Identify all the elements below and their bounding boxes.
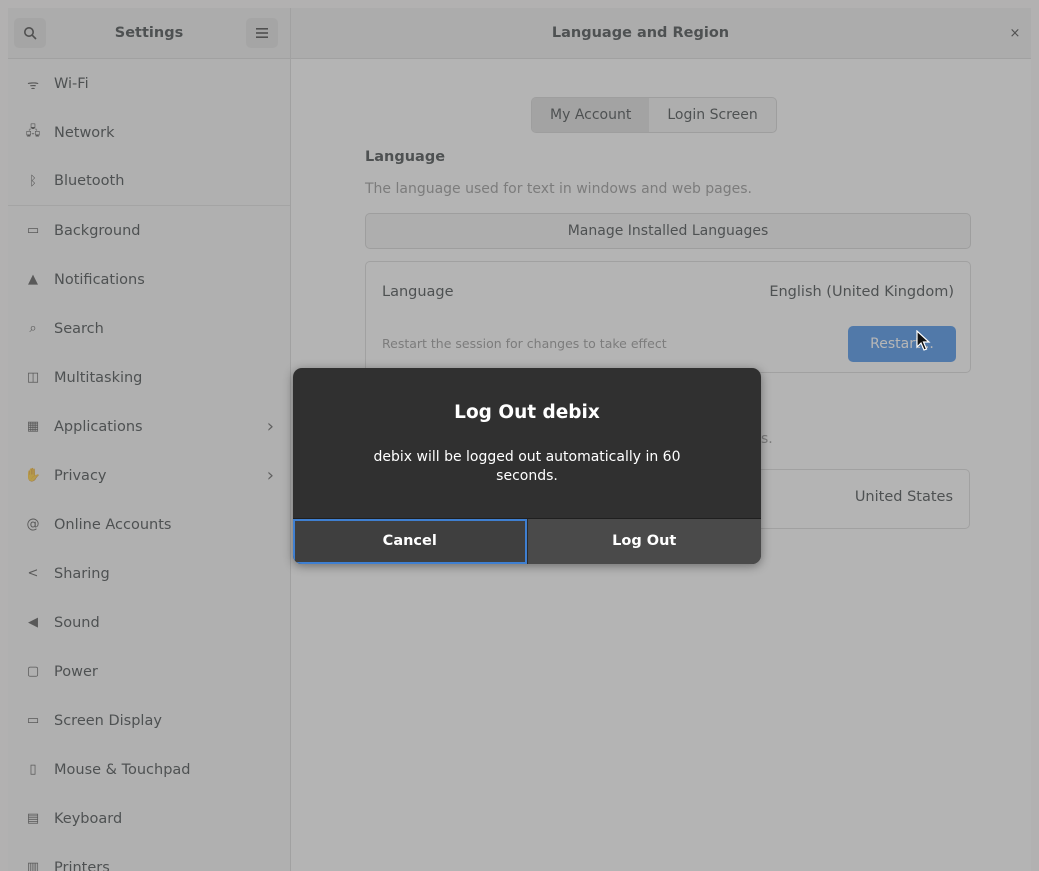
- dialog-title: Log Out debix: [454, 402, 600, 423]
- mouse-cursor-icon: [916, 330, 931, 351]
- dialog-message: debix will be logged out automatically i…: [373, 449, 681, 484]
- cancel-button[interactable]: Cancel: [293, 519, 527, 564]
- log-out-button[interactable]: Log Out: [526, 519, 761, 564]
- dialog-actions: Cancel Log Out: [293, 518, 761, 564]
- logout-dialog: Log Out debix debix will be logged out a…: [293, 368, 761, 564]
